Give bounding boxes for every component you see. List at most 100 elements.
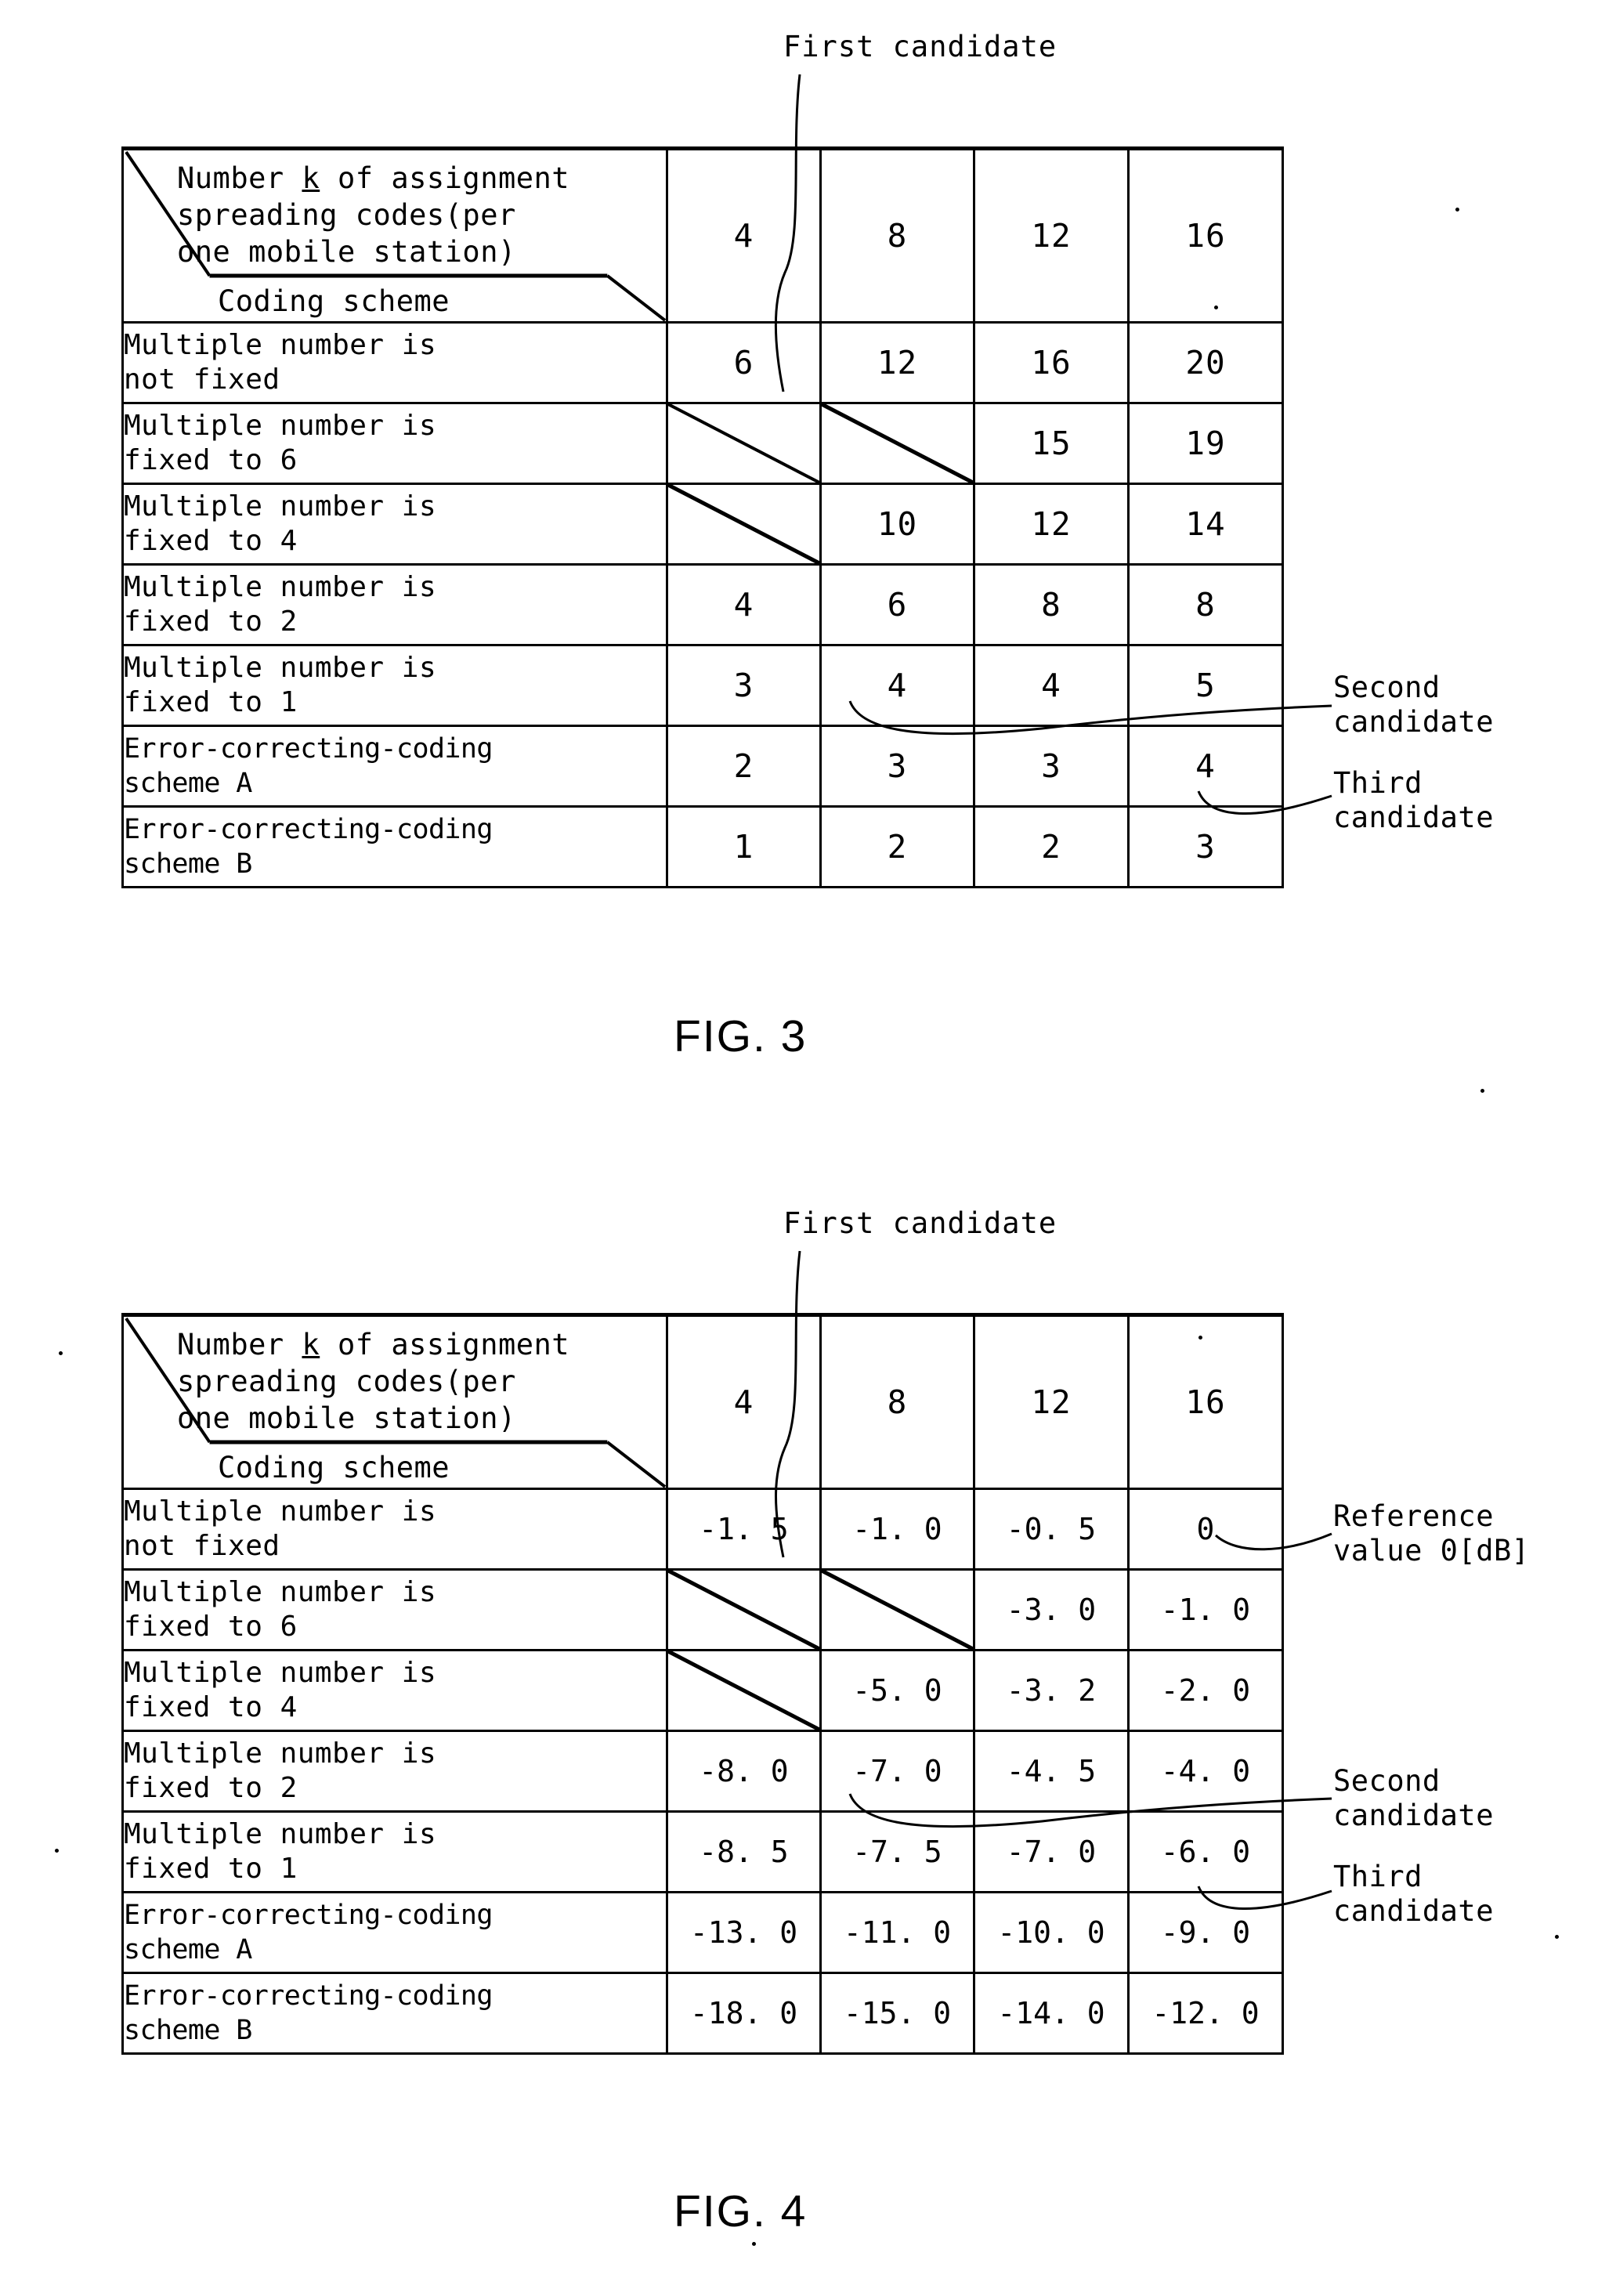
table-row: Multiple number is fixed to 6 -3. 0 -1. …	[121, 1568, 1284, 1651]
col-header-12: 12	[973, 146, 1130, 324]
cell-r5c1: 3	[819, 725, 975, 808]
cell-r2c2: 12	[973, 483, 1130, 566]
cell-r2c0-struck	[666, 1649, 822, 1732]
table-row: Error-correcting-coding scheme B -18. 0 …	[121, 1972, 1284, 2055]
cell-r1c3: 19	[1127, 402, 1284, 485]
cell-r0c3: 20	[1127, 321, 1284, 404]
cell-r4c3: -6. 0	[1127, 1810, 1284, 1893]
table-row: Multiple number is fixed to 2 4 6 8 8	[121, 563, 1284, 646]
row-label: Multiple number is fixed to 2	[121, 1730, 668, 1813]
cell-r3c1: 6	[819, 563, 975, 646]
cell-r1c2: -3. 0	[973, 1568, 1130, 1651]
annotation-second-candidate-fig4: Second candidate	[1333, 1764, 1494, 1832]
cell-r5c2: 3	[973, 725, 1130, 808]
cell-r1c1-struck	[819, 1568, 975, 1651]
cell-r4c3: 5	[1127, 644, 1284, 727]
cell-r6c2: 2	[973, 805, 1130, 888]
row-label: Multiple number is fixed to 1	[121, 644, 668, 727]
corner-header-cell: Number k of assignment spreading codes(p…	[121, 146, 668, 324]
row-label: Multiple number is fixed to 6	[121, 402, 668, 485]
cell-r0c2: 16	[973, 321, 1130, 404]
scan-speckle	[55, 1849, 59, 1853]
table-fig4: Number k of assignment spreading codes(p…	[121, 1313, 1284, 2055]
cell-r6c0: -18. 0	[666, 1972, 822, 2055]
strike-diagonal-icon	[668, 1571, 819, 1649]
first-candidate-label-fig3: First candidate	[783, 30, 1057, 63]
table-row: Error-correcting-coding scheme A -13. 0 …	[121, 1891, 1284, 1974]
cell-r2c1: 10	[819, 483, 975, 566]
cell-r6c3: -12. 0	[1127, 1972, 1284, 2055]
cell-r1c3: -1. 0	[1127, 1568, 1284, 1651]
table-fig3: Number k of assignment spreading codes(p…	[121, 146, 1284, 888]
annotation-third-candidate-fig4: Third candidate	[1333, 1860, 1494, 1928]
cell-r1c2: 15	[973, 402, 1130, 485]
cell-r1c0-struck	[666, 402, 822, 485]
col-header-12: 12	[973, 1313, 1130, 1490]
cell-r0c3: 0	[1127, 1488, 1284, 1571]
cell-r3c2: -4. 5	[973, 1730, 1130, 1813]
col-header-8: 8	[819, 1313, 975, 1490]
cell-r4c0: -8. 5	[666, 1810, 822, 1893]
table-row: Multiple number is fixed to 4 -5. 0 -3. …	[121, 1649, 1284, 1732]
cell-r6c0: 1	[666, 805, 822, 888]
cell-r0c2: -0. 5	[973, 1488, 1130, 1571]
cell-r3c3: -4. 0	[1127, 1730, 1284, 1813]
row-label: Multiple number is fixed to 4	[121, 1649, 668, 1732]
cell-r5c0: 2	[666, 725, 822, 808]
col-header-16: 16	[1127, 1313, 1284, 1490]
strike-diagonal-icon	[668, 1651, 819, 1730]
scan-speckle	[1455, 208, 1459, 212]
cell-r1c0-struck	[666, 1568, 822, 1651]
strike-diagonal-icon	[822, 1571, 973, 1649]
cell-r4c2: -7. 0	[973, 1810, 1130, 1893]
cell-r5c3: -9. 0	[1127, 1891, 1284, 1974]
col-header-4: 4	[666, 146, 822, 324]
row-label: Error-correcting-coding scheme A	[121, 725, 668, 808]
row-header-label: Coding scheme	[218, 284, 450, 318]
strike-diagonal-icon	[668, 485, 819, 563]
scan-speckle	[1555, 1935, 1559, 1939]
scan-speckle	[752, 2242, 756, 2246]
cell-r6c3: 3	[1127, 805, 1284, 888]
scan-speckle	[1480, 1089, 1484, 1093]
table-header-row: Number k of assignment spreading codes(p…	[121, 146, 1284, 324]
table-row: Multiple number is not fixed -1. 5 -1. 0…	[121, 1488, 1284, 1571]
row-header-label: Coding scheme	[218, 1451, 450, 1484]
cell-r2c2: -3. 2	[973, 1649, 1130, 1732]
cell-r2c3: 14	[1127, 483, 1284, 566]
row-label: Multiple number is fixed to 1	[121, 1810, 668, 1893]
cell-r3c1: -7. 0	[819, 1730, 975, 1813]
cell-r0c0: 6	[666, 321, 822, 404]
column-header-label: Number k of assignment spreading codes(p…	[177, 161, 570, 269]
row-label: Multiple number is fixed to 6	[121, 1568, 668, 1651]
cell-r2c1: -5. 0	[819, 1649, 975, 1732]
scan-speckle	[1198, 1336, 1202, 1340]
row-label: Error-correcting-coding scheme B	[121, 805, 668, 888]
table-header-row: Number k of assignment spreading codes(p…	[121, 1313, 1284, 1490]
cell-r2c3: -2. 0	[1127, 1649, 1284, 1732]
first-candidate-label-fig4: First candidate	[783, 1206, 1057, 1240]
table-row: Multiple number is fixed to 2 -8. 0 -7. …	[121, 1730, 1284, 1813]
corner-header-cell: Number k of assignment spreading codes(p…	[121, 1313, 668, 1490]
cell-r5c1: -11. 0	[819, 1891, 975, 1974]
col-header-16: 16	[1127, 146, 1284, 324]
cell-r0c1: -1. 0	[819, 1488, 975, 1571]
annotation-second-candidate-fig3: Second candidate	[1333, 671, 1494, 739]
cell-r2c0-struck	[666, 483, 822, 566]
cell-r4c1: 4	[819, 644, 975, 727]
row-label: Multiple number is not fixed	[121, 321, 668, 404]
scan-speckle	[1214, 306, 1218, 309]
cell-r5c2: -10. 0	[973, 1891, 1130, 1974]
column-header-label: Number k of assignment spreading codes(p…	[177, 1328, 570, 1435]
cell-r0c1: 12	[819, 321, 975, 404]
table-row: Multiple number is fixed to 1 3 4 4 5	[121, 644, 1284, 727]
table-row: Multiple number is fixed to 6 15 19	[121, 402, 1284, 485]
table-row: Multiple number is fixed to 1 -8. 5 -7. …	[121, 1810, 1284, 1893]
row-label: Error-correcting-coding scheme B	[121, 1972, 668, 2055]
scan-speckle	[59, 1351, 63, 1355]
table-row: Multiple number is not fixed 6 12 16 20	[121, 321, 1284, 404]
cell-r5c3: 4	[1127, 725, 1284, 808]
annotation-reference-value-fig4: Reference value 0[dB]	[1333, 1499, 1530, 1567]
row-label: Multiple number is not fixed	[121, 1488, 668, 1571]
table-row: Error-correcting-coding scheme A 2 3 3 4	[121, 725, 1284, 808]
